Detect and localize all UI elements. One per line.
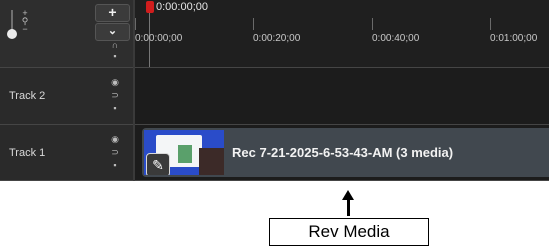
ruler-tick bbox=[253, 18, 254, 30]
zoom-magnifier-icon: + ⚲ − bbox=[21, 8, 29, 34]
magnet-icon[interactable]: ⊃ bbox=[108, 89, 122, 102]
track-lane-2[interactable] bbox=[135, 68, 549, 125]
pencil-icon[interactable]: ✎ bbox=[146, 153, 170, 175]
eye-icon[interactable]: ◉ bbox=[108, 76, 122, 89]
add-track-button[interactable]: + bbox=[95, 4, 130, 22]
more-options-button[interactable]: ⌄ bbox=[95, 23, 130, 41]
ruler-tick bbox=[490, 18, 491, 30]
lock-icon[interactable]: ▪ bbox=[108, 102, 122, 115]
clip-title: Rec 7-21-2025-6-53-43-AM (3 media) bbox=[232, 145, 454, 160]
zoom-slider-knob[interactable] bbox=[7, 29, 17, 39]
track-headers: + ⚲ − + ⌄ ∩ ▪ Track 2 ◉ ⊃ ▪ Track 1 ◉ ⊃ ▪ bbox=[0, 0, 133, 181]
timeline-toolbar: + ⚲ − + ⌄ ∩ ▪ bbox=[0, 0, 133, 68]
ruler-tick bbox=[135, 18, 136, 30]
ruler-tick-label: 0:00:20;00 bbox=[253, 33, 301, 44]
ruler-tick bbox=[372, 18, 373, 30]
eye-icon[interactable]: ◉ bbox=[108, 133, 122, 146]
timeline-panel: + ⚲ − + ⌄ ∩ ▪ Track 2 ◉ ⊃ ▪ Track 1 ◉ ⊃ ▪ 0… bbox=[0, 0, 549, 181]
lock-icon[interactable]: ∩ ▪ bbox=[108, 40, 122, 62]
media-clip[interactable]: ✎ Rec 7-21-2025-6-53-43-AM (3 media) bbox=[142, 128, 549, 177]
ruler-tick-label: 0:00:00;00 bbox=[135, 33, 183, 44]
track-header-1[interactable]: Track 1 ◉ ⊃ ▪ bbox=[0, 125, 133, 181]
ruler-tick-label: 0:00:40;00 bbox=[372, 33, 420, 44]
track-header-2[interactable]: Track 2 ◉ ⊃ ▪ bbox=[0, 68, 133, 125]
time-ruler[interactable]: 0:00:00;00 0:00:00;00 0:00:20;00 0:00:40… bbox=[135, 0, 549, 68]
arrow-shaft bbox=[347, 196, 350, 216]
annotation-callout: Rev Media bbox=[269, 218, 429, 246]
lock-icon[interactable]: ▪ bbox=[108, 159, 122, 172]
clip-thumbnail: ✎ bbox=[144, 130, 224, 175]
track-label: Track 1 bbox=[9, 146, 46, 159]
playhead-handle[interactable] bbox=[146, 1, 154, 13]
magnet-icon[interactable]: ⊃ bbox=[108, 146, 122, 159]
playhead-time: 0:00:00;00 bbox=[156, 1, 208, 13]
track-label: Track 2 bbox=[9, 90, 46, 102]
ruler-tick-label: 0:01:00;00 bbox=[490, 33, 538, 44]
